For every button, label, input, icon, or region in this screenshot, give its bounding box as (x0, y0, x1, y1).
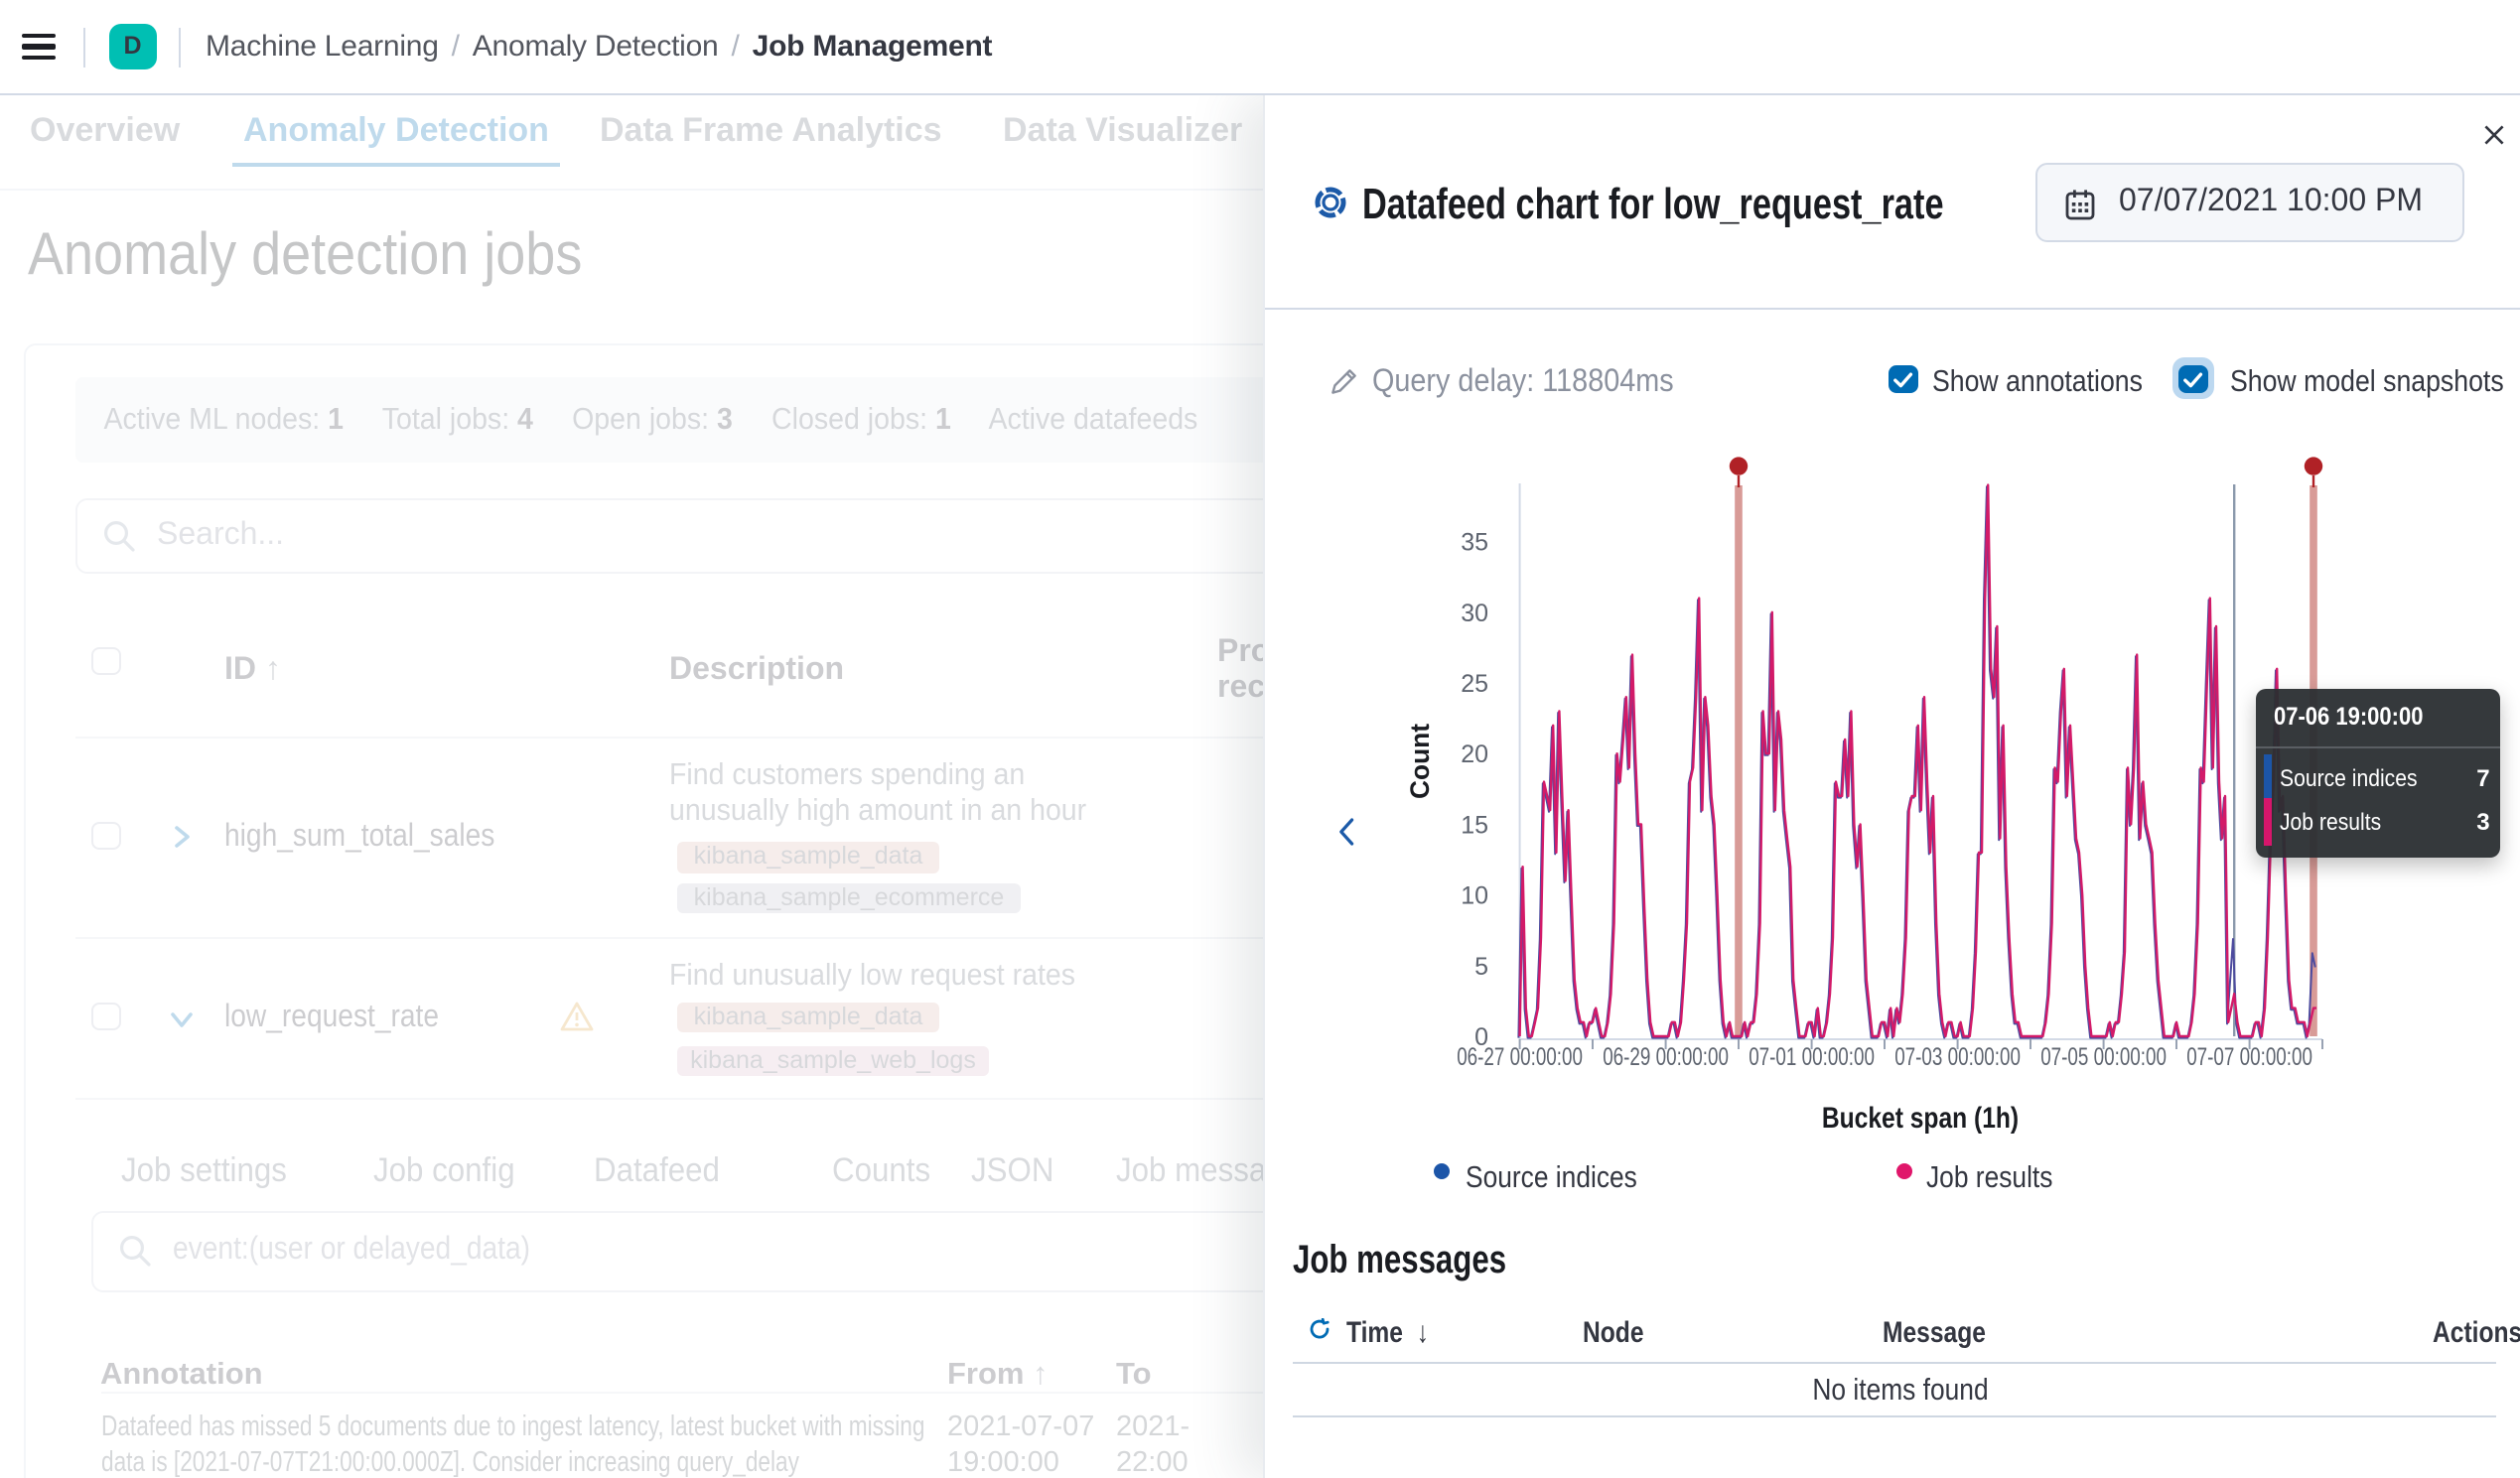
svg-text:07-07 00:00:00: 07-07 00:00:00 (2185, 1042, 2311, 1070)
svg-text:06-29 00:00:00: 06-29 00:00:00 (1602, 1042, 1728, 1070)
svg-text:07-05 00:00:00: 07-05 00:00:00 (2039, 1042, 2166, 1070)
svg-text:20: 20 (1460, 739, 1487, 767)
svg-text:15: 15 (1460, 810, 1487, 838)
svg-text:5: 5 (1473, 952, 1487, 980)
svg-text:35: 35 (1460, 528, 1487, 556)
svg-text:06-27 00:00:00: 06-27 00:00:00 (1456, 1042, 1582, 1070)
svg-text:Count: Count (1404, 723, 1434, 798)
svg-text:07-01 00:00:00: 07-01 00:00:00 (1748, 1042, 1874, 1070)
svg-text:10: 10 (1460, 881, 1487, 909)
svg-text:07-03 00:00:00: 07-03 00:00:00 (1893, 1042, 2020, 1070)
svg-text:25: 25 (1460, 669, 1487, 697)
svg-text:30: 30 (1460, 599, 1487, 626)
